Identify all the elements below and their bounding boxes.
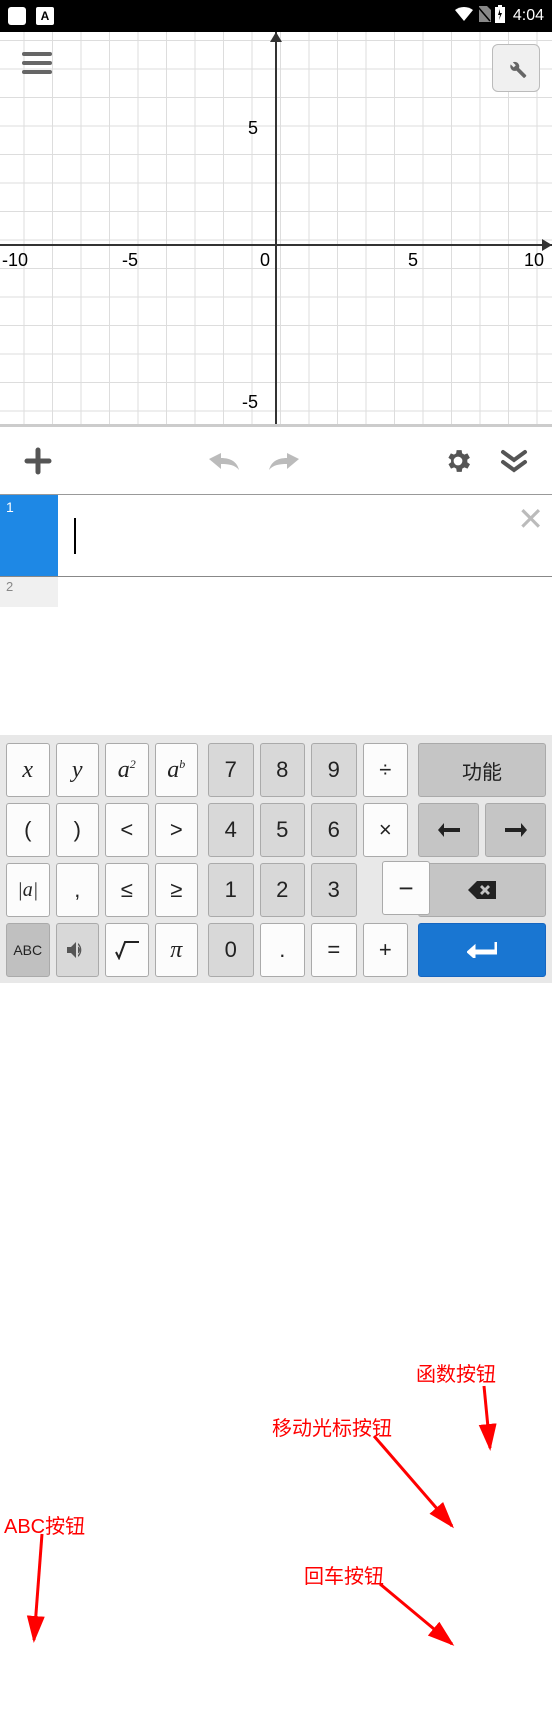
input-row[interactable]: 1 ✕ (0, 495, 552, 577)
text-cursor-icon (74, 518, 76, 554)
key-gt[interactable]: > (155, 803, 199, 857)
y-axis-arrow-icon (270, 32, 282, 42)
key-sqrt[interactable] (105, 923, 149, 977)
redo-button[interactable] (260, 439, 304, 483)
battery-charging-icon (495, 5, 505, 28)
app-indicator-icon (8, 7, 26, 25)
settings-button[interactable] (436, 439, 480, 483)
key-y[interactable]: y (56, 743, 100, 797)
arrow-left-icon (438, 823, 460, 837)
collapse-button[interactable] (492, 439, 536, 483)
key-comma[interactable]: , (56, 863, 100, 917)
speaker-icon (67, 941, 87, 959)
clear-input-button[interactable]: ✕ (517, 503, 544, 535)
key-multiply[interactable]: × (363, 803, 409, 857)
add-button[interactable] (16, 439, 60, 483)
key-1[interactable]: 1 (208, 863, 254, 917)
key-enter[interactable] (418, 923, 546, 977)
annotation-cursor: 移动光标按钮 (272, 1412, 392, 1441)
key-abc[interactable]: ABC (6, 923, 50, 977)
key-equals[interactable]: = (311, 923, 357, 977)
status-right: 4:04 (455, 5, 544, 28)
x-pos10-label: 10 (524, 250, 544, 271)
key-rparen[interactable]: ) (56, 803, 100, 857)
y-neg-label: -5 (242, 392, 258, 413)
key-x[interactable]: x (6, 743, 50, 797)
key-backspace[interactable] (418, 863, 546, 917)
math-keyboard: x y a2 ab ( ) < > |a| , ≤ ≥ ABC (0, 735, 552, 983)
row-number: 2 (0, 577, 58, 607)
annotation-arrows-icon (0, 1350, 552, 1710)
x-pos5-label: 5 (408, 250, 418, 271)
undo-button[interactable] (204, 439, 248, 483)
enter-icon (467, 942, 497, 958)
key-sound[interactable] (56, 923, 100, 977)
ime-indicator-icon: A (36, 7, 54, 25)
row-number: 1 (0, 495, 58, 576)
key-2[interactable]: 2 (260, 863, 306, 917)
y-axis (275, 32, 277, 424)
key-pi[interactable]: π (155, 923, 199, 977)
key-cursor-left[interactable] (418, 803, 479, 857)
key-7[interactable]: 7 (208, 743, 254, 797)
algebra-input-list: 1 ✕ 2 (0, 495, 552, 720)
key-square[interactable]: a2 (105, 743, 149, 797)
key-ge[interactable]: ≥ (155, 863, 199, 917)
backspace-icon (468, 881, 496, 899)
key-lparen[interactable]: ( (6, 803, 50, 857)
clock-text: 4:04 (513, 7, 544, 25)
key-abs[interactable]: |a| (6, 863, 50, 917)
graph-area[interactable]: 0 5 -5 5 10 -5 -10 (0, 32, 552, 427)
key-5[interactable]: 5 (260, 803, 306, 857)
x-neg10-label: -10 (2, 250, 28, 271)
key-minus[interactable]: − (382, 861, 430, 915)
formula-input[interactable]: ✕ (58, 495, 552, 576)
sqrt-icon (114, 940, 140, 960)
status-left: A (8, 7, 54, 25)
x-neg5-label: -5 (122, 250, 138, 271)
key-le[interactable]: ≤ (105, 863, 149, 917)
key-6[interactable]: 6 (311, 803, 357, 857)
key-divide[interactable]: ÷ (363, 743, 409, 797)
wifi-icon (455, 7, 473, 26)
menu-button[interactable] (20, 46, 54, 80)
key-dot[interactable]: . (260, 923, 306, 977)
arrow-right-icon (505, 823, 527, 837)
key-4[interactable]: 4 (208, 803, 254, 857)
tools-button[interactable] (492, 44, 540, 92)
key-8[interactable]: 8 (260, 743, 306, 797)
status-bar: A 4:04 (0, 0, 552, 32)
key-3[interactable]: 3 (311, 863, 357, 917)
key-9[interactable]: 9 (311, 743, 357, 797)
key-functions[interactable]: 功能 (418, 743, 546, 797)
y-pos-label: 5 (248, 118, 258, 139)
origin-label: 0 (260, 250, 270, 271)
no-sim-icon (477, 6, 491, 27)
algebra-toolbar (0, 427, 552, 495)
annotation-enter: 回车按钮 (304, 1560, 384, 1589)
key-lt[interactable]: < (105, 803, 149, 857)
annotation-function: 函数按钮 (416, 1358, 496, 1387)
key-0[interactable]: 0 (208, 923, 254, 977)
input-row[interactable]: 2 (0, 577, 552, 607)
key-power[interactable]: ab (155, 743, 199, 797)
annotation-abc: ABC按钮 (4, 1510, 85, 1539)
key-plus[interactable]: + (363, 923, 409, 977)
key-cursor-right[interactable] (485, 803, 546, 857)
